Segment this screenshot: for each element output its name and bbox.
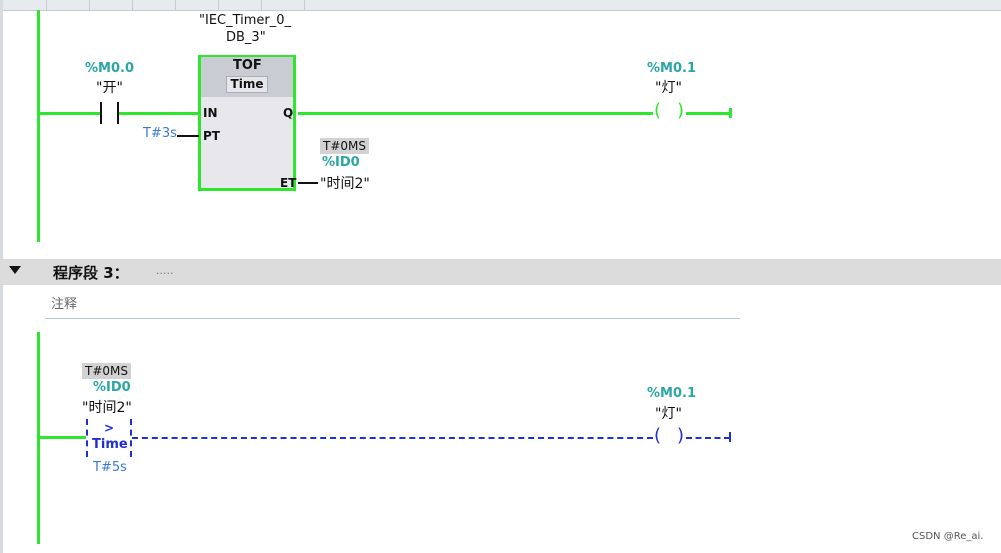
segment-title-dots[interactable]: .....	[156, 264, 173, 277]
toolbar-cell[interactable]	[176, 0, 219, 10]
coil-name-2: "灯"	[655, 406, 682, 422]
pin-q-label: Q	[283, 106, 294, 120]
contact-name: "开"	[96, 80, 123, 96]
rung-wire	[119, 112, 199, 115]
tof-type-label: TOF	[233, 58, 262, 73]
rung-end-tick-2	[729, 432, 731, 442]
coil-right-arc-2[interactable]: )	[677, 425, 684, 446]
et-monitor-value: T#0MS	[320, 138, 369, 154]
tof-datatype-selector[interactable]: Time	[226, 76, 268, 93]
inactive-rung-wire-end	[686, 437, 730, 439]
et-tag-name[interactable]: "时间2"	[320, 173, 370, 193]
toolbar-cell[interactable]	[133, 0, 176, 10]
cmp-left-edge	[86, 419, 88, 457]
rung-wire-q	[298, 112, 653, 115]
toolbar-cell[interactable]	[90, 0, 133, 10]
pin-in-label: IN	[203, 106, 218, 120]
cmp-address: %ID0	[93, 380, 131, 395]
collapse-triangle-icon[interactable]	[9, 266, 21, 274]
coil-address: %M0.1	[647, 61, 696, 76]
cmp-operator: >	[104, 421, 115, 435]
toolbar-cell[interactable]	[47, 0, 90, 10]
power-rail-network-2	[37, 10, 40, 242]
rung-wire	[40, 112, 100, 115]
coil-right-arc[interactable]: )	[677, 100, 684, 121]
rung-end-tick	[729, 108, 732, 118]
cmp-tag-name[interactable]: "时间2"	[82, 397, 132, 417]
et-wire	[298, 182, 318, 184]
pin-et-label: ET	[280, 176, 297, 190]
pin-pt-label: PT	[203, 129, 220, 143]
toolbar-cell[interactable]	[262, 0, 305, 10]
toolbar-strip	[0, 0, 1001, 11]
segment-title: 程序段 3：	[53, 264, 129, 282]
toolbar-cell[interactable]	[6, 0, 47, 10]
comment-placeholder: 注释	[51, 297, 78, 312]
timer-instance-name-cont: DB_3"	[226, 30, 266, 45]
rung-wire	[40, 436, 86, 439]
pt-constant[interactable]: T#3s	[143, 126, 177, 141]
coil-left-arc[interactable]: (	[654, 100, 661, 121]
coil-left-arc-2[interactable]: (	[654, 425, 661, 446]
contact-address: %M0.0	[85, 61, 134, 76]
segment-3-header[interactable]	[0, 259, 1001, 285]
et-address: %ID0	[322, 155, 360, 170]
contact-left-bar[interactable]	[100, 102, 102, 124]
timer-instance-name: "IEC_Timer_0_	[199, 13, 292, 28]
inactive-rung-wire	[132, 437, 653, 439]
cmp-constant[interactable]: T#5s	[93, 460, 127, 475]
cmp-datatype[interactable]: Time	[92, 437, 128, 452]
pt-wire	[177, 135, 199, 137]
toolbar-cell[interactable]	[219, 0, 262, 10]
watermark: CSDN @Re_ai.	[912, 531, 984, 542]
cmp-monitor-value: T#0MS	[82, 363, 131, 379]
rung-wire-end	[686, 112, 730, 115]
segment-comment-field[interactable]	[45, 291, 740, 319]
coil-address-2: %M0.1	[647, 386, 696, 401]
coil-name: "灯"	[655, 80, 682, 96]
